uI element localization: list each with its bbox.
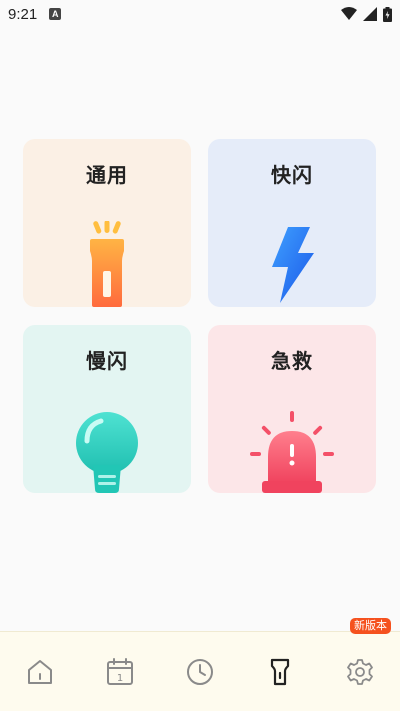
mode-card-sos[interactable]: 急救 bbox=[208, 325, 376, 493]
lightbulb-icon bbox=[76, 412, 138, 493]
nav-item-settings[interactable]: 新版本 bbox=[330, 617, 391, 702]
flashlight-icon bbox=[270, 658, 290, 685]
calendar-day: 1 bbox=[117, 673, 123, 684]
mode-card-slow[interactable]: 慢闪 bbox=[23, 325, 191, 493]
mode-card-general[interactable]: 通用 bbox=[23, 139, 191, 307]
clock-icon bbox=[187, 658, 213, 685]
wifi-icon bbox=[341, 7, 357, 20]
card-title-sos: 急救 bbox=[271, 349, 313, 373]
bottom-nav: 1 新版本 bbox=[0, 617, 400, 711]
card-title-fast: 快闪 bbox=[271, 163, 313, 187]
app-screen: 9:21 A 通用 快闪 慢闪 急救 1 新版本 bbox=[0, 0, 400, 711]
status-bar: 9:21 A bbox=[0, 0, 400, 28]
battery-icon bbox=[383, 6, 392, 22]
status-time: 9:21 bbox=[8, 5, 38, 23]
flashlight-icon bbox=[90, 221, 124, 307]
new-version-badge: 新版本 bbox=[350, 617, 391, 634]
nav-item-flashlight[interactable] bbox=[250, 642, 310, 702]
mode-card-fast[interactable]: 快闪 bbox=[208, 139, 376, 307]
status-icons bbox=[341, 6, 392, 22]
card-title-slow: 慢闪 bbox=[86, 349, 128, 373]
nav-item-calendar[interactable]: 1 bbox=[90, 642, 150, 702]
calendar-icon: 1 bbox=[107, 657, 133, 685]
home-icon bbox=[28, 659, 52, 684]
card-title-general: 通用 bbox=[86, 163, 128, 187]
lightning-icon bbox=[272, 227, 314, 303]
nav-item-home[interactable] bbox=[10, 642, 70, 702]
signal-icon bbox=[363, 7, 377, 21]
alarm-light-icon bbox=[250, 411, 334, 493]
nav-item-clock[interactable] bbox=[170, 642, 230, 702]
notification-a-icon: A bbox=[49, 8, 62, 20]
gear-icon bbox=[347, 658, 373, 685]
